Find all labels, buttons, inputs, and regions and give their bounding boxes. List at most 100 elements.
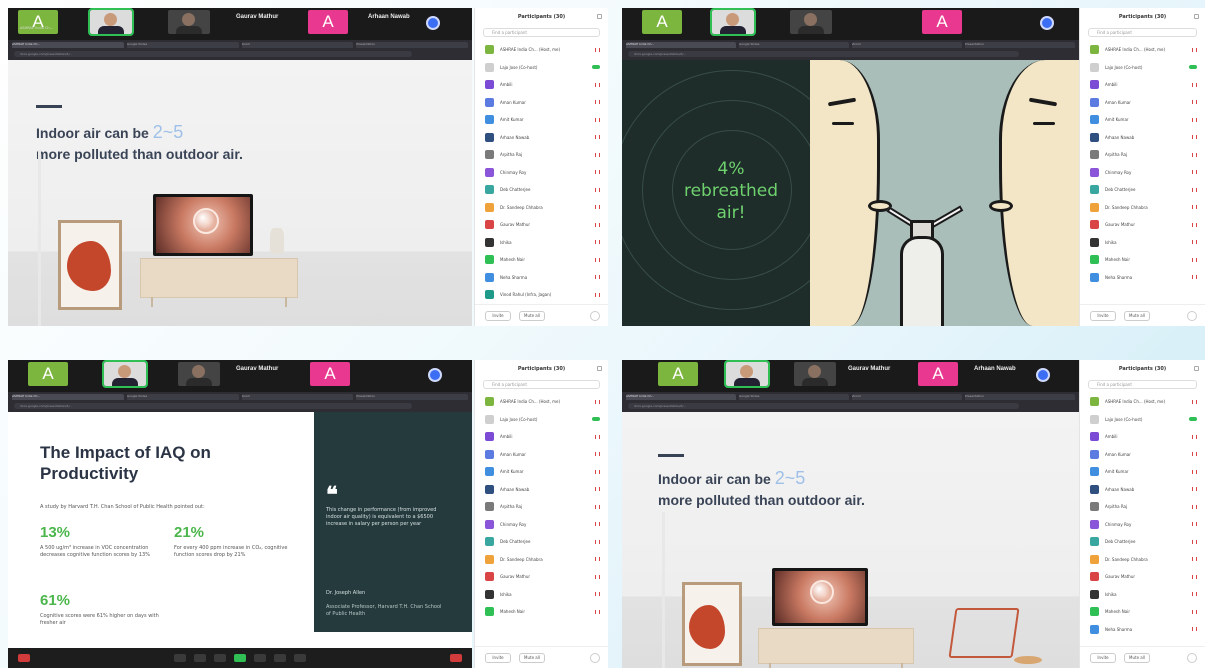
participant-row[interactable]: Gaurav Mathur [475, 568, 608, 586]
participant-row[interactable]: Amit Kumar [1080, 463, 1205, 481]
participant-row[interactable]: Ishika [475, 234, 608, 252]
browser-tab[interactable]: ASHRAE India Ch... [12, 42, 124, 48]
participant-row[interactable]: Arpitha Raj [1080, 498, 1205, 516]
participant-search-input[interactable]: Find a participant [483, 380, 600, 389]
participant-row[interactable]: Mahesh Nair [475, 603, 608, 621]
participant-row[interactable]: Ambili [1080, 76, 1205, 94]
participant-row[interactable]: Arhaan Nawab [1080, 129, 1205, 147]
browser-tab[interactable]: Google Slides [739, 394, 849, 400]
address-bar[interactable]: docs.google.com/presentation/d/... [14, 403, 412, 409]
invite-button[interactable]: Invite [485, 310, 511, 321]
video-tile-lajo[interactable] [724, 360, 770, 388]
participant-row[interactable]: Dr. Sandeep Chhabra [475, 551, 608, 569]
participant-row[interactable]: ASHRAE India Ch... (Host, me) [475, 393, 608, 411]
participant-row[interactable]: Ambili [475, 76, 608, 94]
browser-tab[interactable]: Zoom [241, 42, 354, 48]
participant-row[interactable]: Neha Sharma [475, 269, 608, 287]
mute-all-button[interactable]: Mute all [1124, 652, 1150, 663]
invite-button[interactable]: Invite [485, 652, 511, 663]
info-icon[interactable] [1036, 368, 1050, 382]
video-tile-arhaan[interactable]: A [918, 362, 958, 386]
close-icon[interactable] [1194, 14, 1199, 19]
close-icon[interactable] [597, 366, 602, 371]
more-icon[interactable] [1187, 310, 1197, 321]
participant-row[interactable]: Deb Chatterjee [1080, 181, 1205, 199]
close-icon[interactable] [1194, 366, 1199, 371]
more-icon[interactable] [294, 654, 306, 662]
participant-row[interactable]: Aman Kumar [1080, 446, 1205, 464]
browser-tab[interactable]: Presentation [356, 394, 468, 400]
participant-row[interactable]: ASHRAE India Ch... (Host, me) [475, 41, 608, 59]
participant-row[interactable]: Neha Sharma [1080, 269, 1205, 287]
participant-row[interactable]: Arhaan Nawab [475, 129, 608, 147]
browser-tab[interactable]: Presentation [965, 394, 1075, 400]
participant-row[interactable]: Arpitha Raj [475, 146, 608, 164]
info-icon[interactable] [428, 368, 442, 382]
participant-row[interactable]: Chinmay Roy [475, 164, 608, 182]
participant-row[interactable]: Arhaan Nawab [475, 481, 608, 499]
share-screen-icon[interactable] [234, 654, 246, 662]
hand-icon[interactable] [214, 654, 226, 662]
participant-row[interactable]: Deb Chatterjee [475, 181, 608, 199]
info-icon[interactable] [1040, 16, 1054, 30]
participant-row[interactable]: Amit Kumar [475, 111, 608, 129]
video-tile-gaurav-cam[interactable] [168, 10, 210, 34]
participant-row[interactable]: Aman Kumar [475, 446, 608, 464]
participant-search-input[interactable]: Find a participant [483, 28, 600, 37]
chat-icon[interactable] [194, 654, 206, 662]
participant-row[interactable]: Dr. Sandeep Chhabra [1080, 551, 1205, 569]
browser-tab[interactable]: Presentation [356, 42, 468, 48]
video-tile-lajo[interactable] [88, 8, 134, 36]
apps-icon[interactable] [274, 654, 286, 662]
participant-row[interactable]: Dr. Sandeep Chhabra [1080, 199, 1205, 217]
browser-tab[interactable]: ASHRAE India Ch... [12, 394, 124, 400]
close-icon[interactable] [597, 14, 602, 19]
participant-row[interactable]: Aman Kumar [475, 94, 608, 112]
more-icon[interactable] [590, 310, 600, 321]
participant-search-input[interactable]: Find a participant [1088, 380, 1197, 389]
participant-row[interactable]: Deb Chatterjee [1080, 533, 1205, 551]
video-tile-ashrae[interactable]: A [658, 362, 698, 386]
participant-row[interactable]: Lajo Jose (Co-host) [1080, 411, 1205, 429]
more-icon[interactable] [590, 652, 600, 663]
browser-tab[interactable]: Google Slides [126, 394, 239, 400]
mute-all-button[interactable]: Mute all [1124, 310, 1150, 321]
participant-row[interactable]: Mahesh Nair [1080, 251, 1205, 269]
address-bar[interactable]: docs.google.com/presentation/d/... [628, 403, 1019, 409]
participant-row[interactable]: Chinmay Roy [1080, 164, 1205, 182]
browser-tab[interactable]: Google Slides [126, 42, 239, 48]
participant-row[interactable]: Ambili [475, 428, 608, 446]
participant-row[interactable]: ASHRAE India Ch... (Host, me) [1080, 41, 1205, 59]
participant-row[interactable]: Mahesh Nair [475, 251, 608, 269]
participant-row[interactable]: Amit Kumar [475, 463, 608, 481]
participant-row[interactable]: Chinmay Roy [1080, 516, 1205, 534]
video-tile-ashrae[interactable]: A [642, 10, 682, 34]
browser-tab[interactable]: Zoom [852, 394, 962, 400]
participant-row[interactable]: Mahesh Nair [1080, 603, 1205, 621]
participant-row[interactable]: Deb Chatterjee [475, 533, 608, 551]
mute-all-button[interactable]: Mute all [519, 652, 545, 663]
participant-row[interactable]: Lajo Jose (Co-host) [475, 411, 608, 429]
video-tile-gaurav-cam[interactable] [790, 10, 832, 34]
video-tile-ashrae[interactable]: A [28, 362, 68, 386]
participant-row[interactable]: Chinmay Roy [475, 516, 608, 534]
video-tile-arhaan[interactable]: A [922, 10, 962, 34]
participant-row[interactable]: Ishika [1080, 586, 1205, 604]
participant-row[interactable]: Ishika [1080, 234, 1205, 252]
more-icon[interactable] [1187, 652, 1197, 663]
browser-tab[interactable]: ASHRAE India Ch... [626, 42, 736, 48]
video-tile-gaurav-cam[interactable] [178, 362, 220, 386]
address-bar[interactable]: docs.google.com/presentation/d/... [14, 51, 412, 57]
leave-icon[interactable] [450, 654, 462, 662]
participant-row[interactable]: Dr. Sandeep Chhabra [475, 199, 608, 217]
participant-row[interactable]: Lajo Jose (Co-host) [475, 59, 608, 77]
browser-tab[interactable]: Presentation [965, 42, 1075, 48]
video-tile-gaurav-cam[interactable] [794, 362, 836, 386]
participant-row[interactable]: Lajo Jose (Co-host) [1080, 59, 1205, 77]
participant-row[interactable]: Arpitha Raj [475, 498, 608, 516]
browser-tab[interactable]: Zoom [852, 42, 962, 48]
participant-row[interactable]: Gaurav Mathur [475, 216, 608, 234]
participant-row[interactable]: Gaurav Mathur [1080, 216, 1205, 234]
video-tile-lajo[interactable] [102, 360, 148, 388]
participant-row[interactable]: Amit Kumar [1080, 111, 1205, 129]
